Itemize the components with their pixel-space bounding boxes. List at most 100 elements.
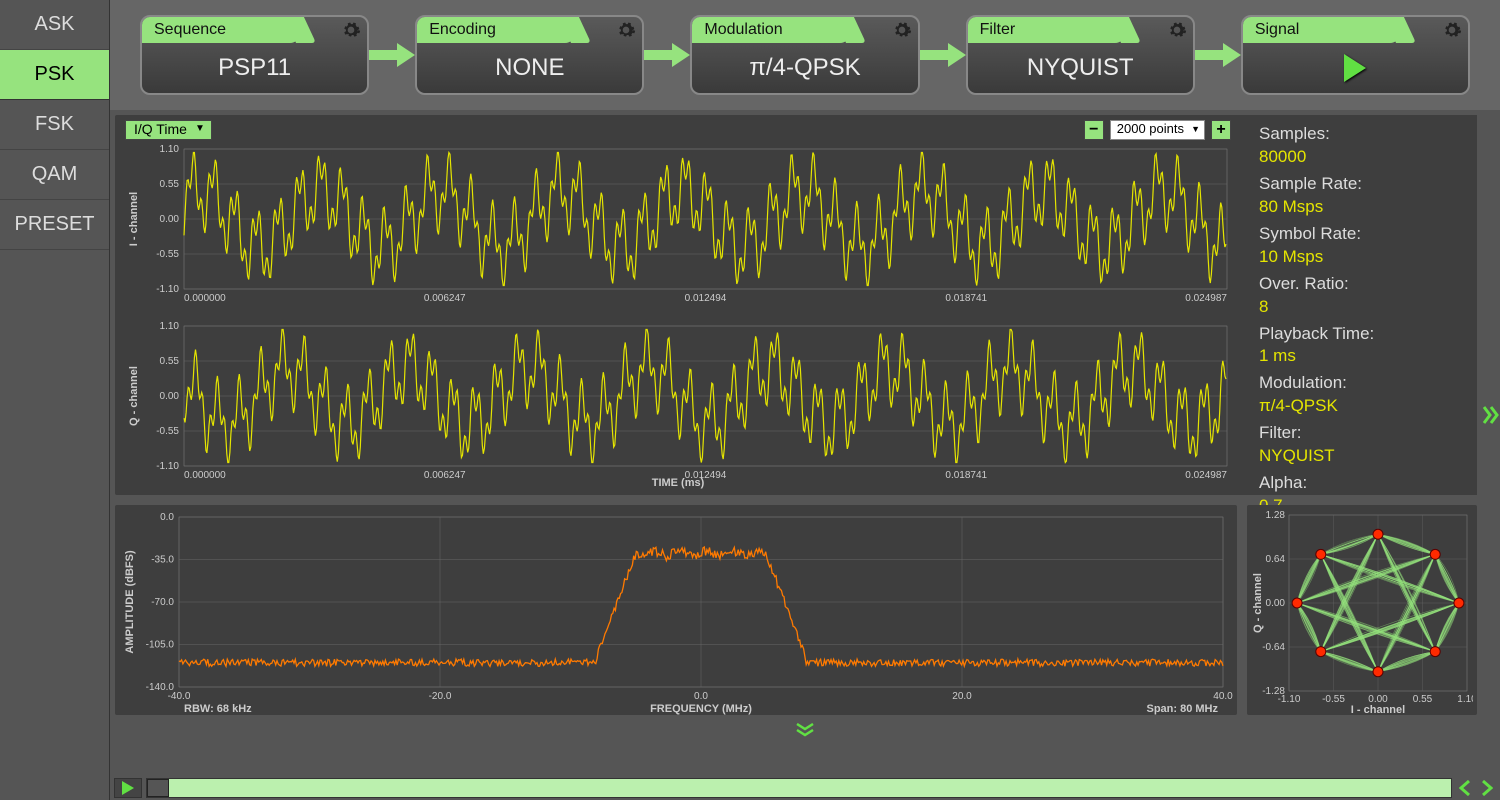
gear-icon[interactable] [341,20,361,40]
svg-text:AMPLITUDE (dBFS): AMPLITUDE (dBFS) [124,550,136,654]
view-dropdown[interactable]: I/Q Time [125,120,212,140]
svg-text:-35.0: -35.0 [151,555,174,566]
expand-right-button[interactable] [1482,110,1500,720]
constellation-chart: -1.10-0.550.000.551.101.280.640.00-0.64-… [1251,509,1473,715]
sample-rate-value: 80 Msps [1259,196,1465,219]
progress-thumb[interactable] [147,779,169,797]
zoom-out-button[interactable]: − [1084,120,1104,140]
svg-text:0.024987: 0.024987 [1185,293,1227,304]
over-ratio-label: Over. Ratio: [1259,273,1465,296]
zoom-in-button[interactable]: + [1211,120,1231,140]
sidebar: ASK PSK FSK QAM PRESET [0,0,110,800]
filter-value: NYQUIST [1259,445,1465,468]
block-encoding-title: Encoding [429,21,496,39]
svg-text:0.012494: 0.012494 [685,293,727,304]
svg-text:1.10: 1.10 [160,144,180,155]
expand-down-button[interactable] [110,720,1500,740]
svg-text:0.018741: 0.018741 [945,470,987,481]
svg-text:-105.0: -105.0 [146,640,175,651]
svg-text:FREQUENCY (MHz): FREQUENCY (MHz) [650,703,752,715]
svg-text:-0.55: -0.55 [156,426,179,437]
block-filter-title: Filter [980,21,1016,39]
block-signal[interactable]: Signal [1241,15,1470,95]
svg-text:0.000000: 0.000000 [184,470,226,481]
play-icon [1344,54,1366,82]
samples-label: Samples: [1259,123,1465,146]
progress-track[interactable] [146,778,1452,798]
svg-text:-20.0: -20.0 [429,691,452,702]
block-modulation[interactable]: Modulation π/4-QPSK [690,15,919,95]
sidebar-item-psk[interactable]: PSK [0,50,109,100]
svg-text:0.00: 0.00 [160,391,180,402]
block-signal-title: Signal [1255,21,1299,39]
modulation-label: Modulation: [1259,372,1465,395]
svg-text:RBW: 68 kHz: RBW: 68 kHz [184,703,252,715]
gear-icon[interactable] [1167,20,1187,40]
svg-text:-70.0: -70.0 [151,597,174,608]
block-encoding-value: NONE [417,43,642,93]
chain-arrow-icon [1195,40,1241,70]
block-modulation-value: π/4-QPSK [692,43,917,93]
playback-time-value: 1 ms [1259,345,1465,368]
constellation-panel: -1.10-0.550.000.551.101.280.640.00-0.64-… [1247,505,1477,715]
prev-button[interactable] [1456,778,1474,798]
block-filter-value: NYQUIST [968,43,1193,93]
gear-icon[interactable] [1442,20,1462,40]
sidebar-item-preset[interactable]: PRESET [0,200,109,250]
svg-text:-0.55: -0.55 [1322,694,1345,705]
sidebar-item-ask[interactable]: ASK [0,0,109,50]
svg-text:0.006247: 0.006247 [424,470,466,481]
svg-text:0.55: 0.55 [1413,694,1433,705]
svg-text:I - channel: I - channel [1351,704,1405,715]
block-signal-value[interactable] [1243,43,1468,93]
svg-text:-1.28: -1.28 [1262,686,1285,697]
sample-rate-label: Sample Rate: [1259,173,1465,196]
play-icon [122,781,134,795]
points-dropdown[interactable]: 2000 points [1110,120,1205,140]
play-button[interactable] [114,778,142,798]
svg-text:Span: 80 MHz: Span: 80 MHz [1146,703,1218,715]
block-sequence[interactable]: Sequence PSP11 [140,15,369,95]
block-sequence-title: Sequence [154,21,226,39]
svg-text:0.0: 0.0 [160,512,174,523]
svg-text:-40.0: -40.0 [168,691,191,702]
gear-icon[interactable] [616,20,636,40]
svg-text:0.0: 0.0 [694,691,708,702]
svg-text:0.64: 0.64 [1266,554,1286,565]
gear-icon[interactable] [892,20,912,40]
block-filter[interactable]: Filter NYQUIST [966,15,1195,95]
filter-label: Filter: [1259,422,1465,445]
svg-text:0.00: 0.00 [1266,598,1286,609]
symbol-rate-label: Symbol Rate: [1259,223,1465,246]
svg-text:I - channel: I - channel [128,192,140,246]
svg-text:1.28: 1.28 [1266,510,1286,521]
samples-value: 80000 [1259,146,1465,169]
svg-text:20.0: 20.0 [952,691,972,702]
svg-text:Q - channel: Q - channel [128,366,140,426]
spectrum-panel: 0.0-35.0-70.0-105.0-140.0-40.0-20.00.020… [115,505,1237,715]
symbol-rate-value: 10 Msps [1259,246,1465,269]
over-ratio-value: 8 [1259,296,1465,319]
svg-text:0.55: 0.55 [160,356,180,367]
svg-text:0.006247: 0.006247 [424,293,466,304]
playback-time-label: Playback Time: [1259,323,1465,346]
sidebar-item-qam[interactable]: QAM [0,150,109,200]
svg-text:0.55: 0.55 [160,179,180,190]
signal-chain: Sequence PSP11 Encoding NONE Modulation … [110,0,1500,110]
iq-chart: 1.10 0.55 0.00 -0.55 -1.10 0.000000 0.006247 0.… [119,141,1237,491]
next-button[interactable] [1478,778,1496,798]
svg-text:-1.10: -1.10 [156,461,179,472]
playback-bar [110,775,1500,800]
block-sequence-value: PSP11 [142,43,367,93]
svg-text:0.018741: 0.018741 [945,293,987,304]
svg-text:1.10: 1.10 [160,321,180,332]
alpha-label: Alpha: [1259,472,1465,495]
info-panel: Samples: 80000 Sample Rate: 80 Msps Symb… [1247,115,1477,495]
svg-text:-1.10: -1.10 [156,284,179,295]
block-encoding[interactable]: Encoding NONE [415,15,644,95]
sidebar-item-fsk[interactable]: FSK [0,100,109,150]
modulation-value: π/4-QPSK [1259,395,1465,418]
svg-text:0.00: 0.00 [160,214,180,225]
svg-text:Q - channel: Q - channel [1252,573,1264,633]
block-modulation-title: Modulation [704,21,782,39]
